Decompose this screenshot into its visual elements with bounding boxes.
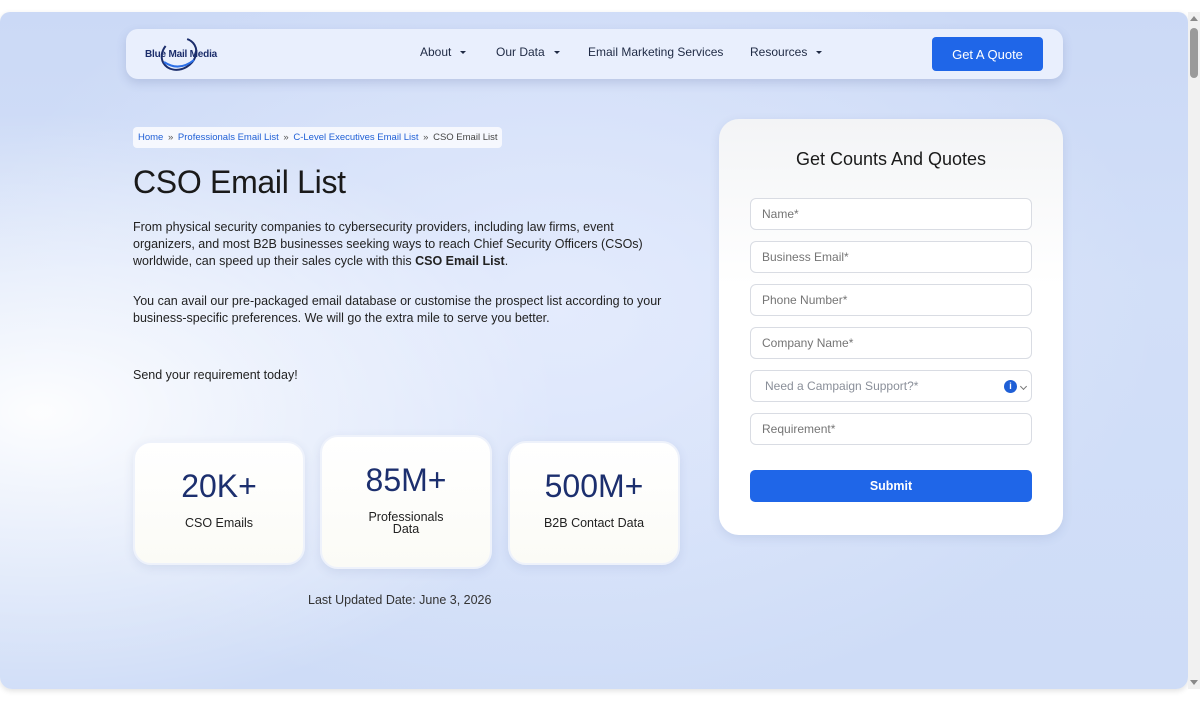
campaign-support-select[interactable]: Need a Campaign Support?* i — [750, 370, 1032, 402]
quote-form-card: Get Counts And Quotes Need a Campaign Su… — [719, 119, 1063, 535]
chevron-down-icon — [1019, 382, 1028, 391]
caret-down-icon — [553, 50, 560, 54]
breadcrumb-separator: » — [167, 132, 174, 143]
stat-value: 20K+ — [181, 468, 257, 504]
scrollbar-thumb[interactable] — [1190, 28, 1198, 78]
last-updated-date: Last Updated Date: June 3, 2026 — [308, 593, 492, 607]
intro-text: From physical security companies to cybe… — [133, 220, 643, 268]
caret-down-icon — [816, 50, 823, 54]
page-viewport: Blue Mail Media About Our Data Email Mar… — [0, 12, 1188, 689]
top-navbar: Blue Mail Media About Our Data Email Mar… — [126, 29, 1063, 79]
stat-value: 500M+ — [544, 468, 644, 504]
logo-text: Blue Mail Media — [145, 49, 218, 60]
scroll-up-arrow-icon[interactable] — [1190, 16, 1198, 21]
requirement-field[interactable] — [750, 413, 1032, 445]
nav-about[interactable]: About — [420, 45, 467, 59]
submit-button[interactable]: Submit — [750, 470, 1032, 502]
nav-our-data-label: Our Data — [496, 45, 545, 59]
intro-paragraph: From physical security companies to cybe… — [133, 219, 673, 270]
nav-about-label: About — [420, 45, 452, 59]
company-name-field[interactable] — [750, 327, 1032, 359]
breadcrumb-professionals[interactable]: Professionals Email List — [178, 132, 279, 143]
breadcrumb: Home » Professionals Email List » C-Leve… — [133, 127, 503, 148]
nav-email-marketing-services[interactable]: Email Marketing Services — [588, 45, 723, 59]
breadcrumb-separator: » — [283, 132, 289, 143]
breadcrumb-c-level[interactable]: C-Level Executives Email List — [293, 132, 418, 143]
form-title: Get Counts And Quotes — [795, 149, 987, 169]
cta-paragraph: Send your requirement today! — [133, 368, 298, 382]
scroll-down-arrow-icon[interactable] — [1190, 680, 1198, 685]
breadcrumb-home[interactable]: Home — [138, 132, 163, 143]
business-email-field[interactable] — [750, 241, 1032, 273]
stat-card-professionals-data: 85M+ Professionals Data — [320, 435, 492, 569]
intro-end: . — [504, 254, 509, 268]
breadcrumb-current: CSO Email List — [433, 132, 498, 143]
get-a-quote-button[interactable]: Get A Quote — [932, 37, 1043, 71]
campaign-support-placeholder: Need a Campaign Support?* — [765, 379, 919, 393]
stat-value: 85M+ — [365, 462, 447, 498]
breadcrumb-separator: » — [423, 132, 429, 143]
phone-number-field[interactable] — [750, 284, 1032, 316]
nav-our-data[interactable]: Our Data — [496, 45, 560, 59]
prepackaged-paragraph: You can avail our pre-packaged email dat… — [133, 294, 662, 325]
stat-label: CSO Emails — [184, 516, 254, 530]
nav-resources-label: Resources — [750, 45, 808, 59]
info-icon: i — [1004, 380, 1017, 393]
stat-label-line2: Data — [392, 522, 420, 536]
stat-card-b2b-contact-data: 500M+ B2B Contact Data — [508, 441, 680, 565]
intro-bold-text: CSO Email List — [415, 254, 505, 268]
stat-card-cso-emails: 20K+ CSO Emails — [133, 441, 305, 565]
name-field[interactable] — [750, 198, 1032, 230]
logo[interactable]: Blue Mail Media — [142, 36, 222, 72]
caret-down-icon — [460, 50, 467, 54]
vertical-scrollbar[interactable] — [1188, 12, 1200, 689]
nav-email-marketing-label: Email Marketing Services — [588, 45, 724, 59]
stat-label: B2B Contact Data — [543, 516, 645, 530]
nav-resources[interactable]: Resources — [750, 45, 823, 59]
page-title: CSO Email List — [133, 164, 346, 200]
